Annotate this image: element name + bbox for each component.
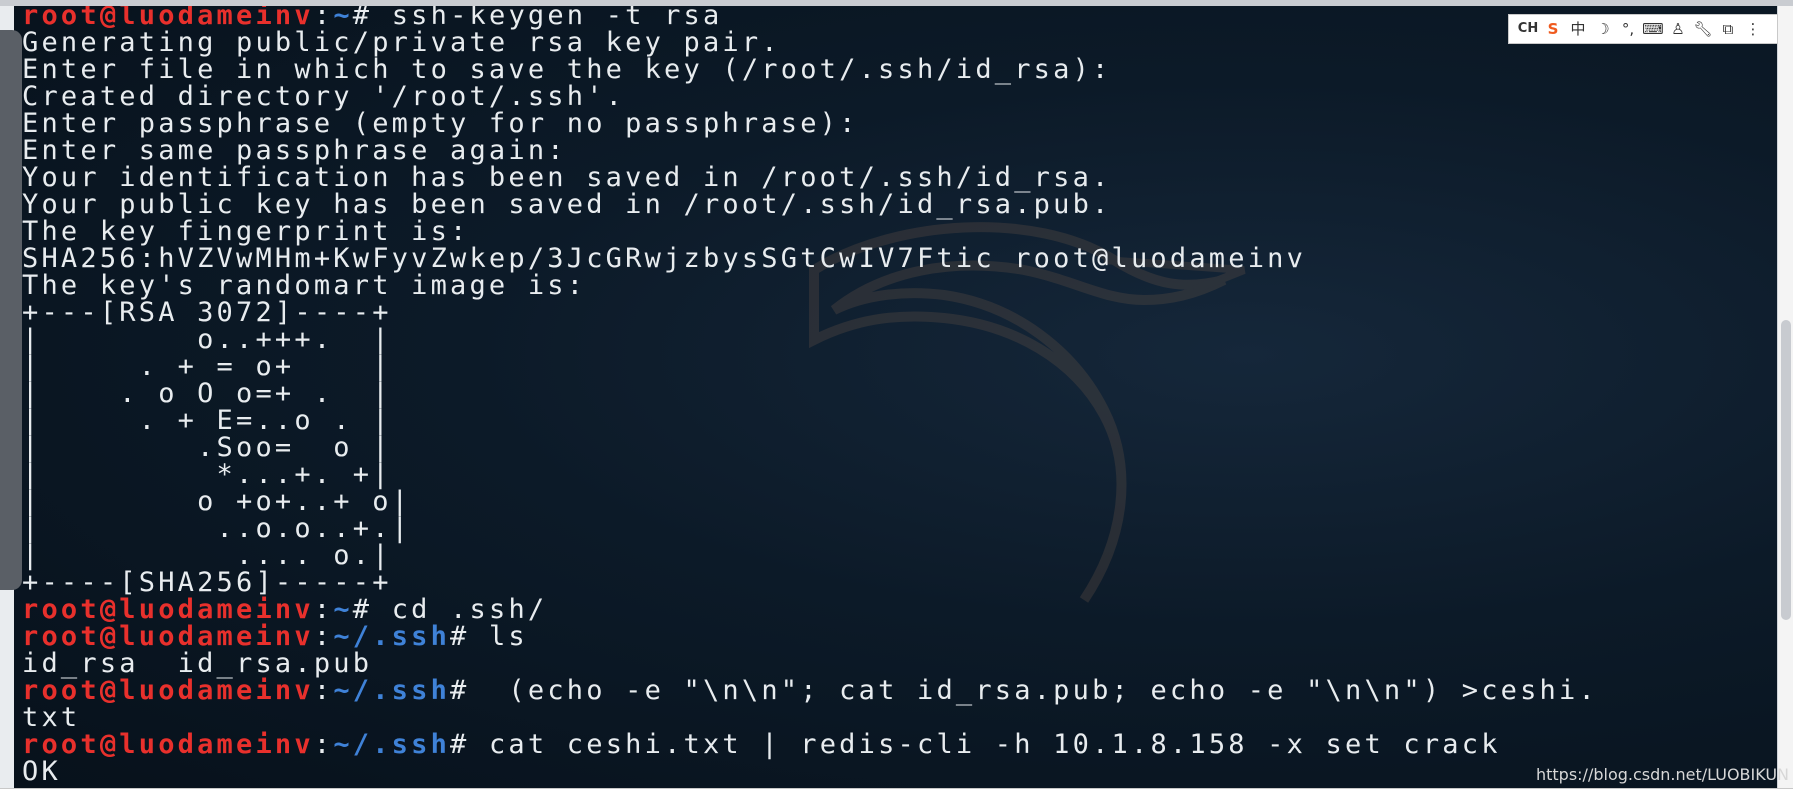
terminal-output-line: | . + E=..o . | [22, 407, 1598, 434]
terminal-scrollbar[interactable] [1777, 0, 1793, 788]
terminal-prompt-line: root@luodameinv:~/.ssh# ls [22, 623, 1598, 650]
command-text: cat ceshi.txt | redis-cli -h 10.1.8.158 … [469, 729, 1501, 760]
punctuation-icon[interactable]: °, [1617, 15, 1639, 43]
chinese-mode-icon[interactable]: 中 [1567, 15, 1589, 43]
user-icon[interactable]: ♙ [1667, 15, 1689, 43]
prompt-separator: : [313, 729, 334, 760]
prompt-hash: # [450, 675, 470, 706]
wrench-icon[interactable]: 🔧︎ [1692, 15, 1714, 43]
terminal-prompt-line: root@luodameinv:~# ssh-keygen -t rsa [22, 2, 1598, 29]
terminal-output-line: OK [22, 758, 1598, 785]
terminal-output-line: The key's randomart image is: [22, 272, 1598, 299]
terminal-output-line: Enter passphrase (empty for no passphras… [22, 110, 1598, 137]
command-text: (echo -e "\n\n"; cat id_rsa.pub; echo -e… [469, 675, 1598, 706]
terminal-prompt-line: root@luodameinv:~/.ssh# (echo -e "\n\n";… [22, 677, 1598, 704]
terminal-output-line: | .... o.| [22, 542, 1598, 569]
terminal-output-line: +----[SHA256]-----+ [22, 569, 1598, 596]
sogou-logo-icon[interactable]: S [1542, 15, 1564, 43]
terminal-output-line: | . o O o=+ . | [22, 380, 1598, 407]
language-toggle[interactable]: CH [1517, 15, 1539, 43]
moon-icon[interactable]: ☽ [1592, 15, 1614, 43]
prompt-hash: # [450, 729, 470, 760]
output-text: OK [22, 756, 61, 787]
terminal-output-line: Enter same passphrase again: [22, 137, 1598, 164]
menu-more-icon[interactable]: ⋮ [1742, 15, 1764, 43]
terminal-output-line: Your public key has been saved in /root/… [22, 191, 1598, 218]
terminal-output-line: | o +o+..+ o| [22, 488, 1598, 515]
keyboard-icon[interactable]: ⌨ [1642, 15, 1664, 43]
terminal-output-line: id_rsa id_rsa.pub [22, 650, 1598, 677]
terminal-output-line: txt [22, 704, 1598, 731]
terminal-prompt-line: root@luodameinv:~# cd .ssh/ [22, 596, 1598, 623]
terminal-output-line: | .Soo= o | [22, 434, 1598, 461]
terminal-output-line: Created directory '/root/.ssh'. [22, 83, 1598, 110]
scrollbar-thumb[interactable] [1781, 320, 1791, 620]
prompt-hash: # [450, 621, 470, 652]
side-panel-edge [0, 30, 22, 590]
terminal-output-line: Your identification has been saved in /r… [22, 164, 1598, 191]
terminal-output-line: | . + = o+ | [22, 353, 1598, 380]
prompt-separator: : [313, 675, 334, 706]
terminal-output-line: Enter file in which to save the key (/ro… [22, 56, 1598, 83]
ime-toolbar[interactable]: CH S 中 ☽ °, ⌨ ♙ 🔧︎ ⧉ ⋮ [1508, 14, 1778, 44]
terminal-output-line: The key fingerprint is: [22, 218, 1598, 245]
terminal-output-line: SHA256:hVZVwMHm+KwFyvZwkep/3JcGRwjzbysSG… [22, 245, 1598, 272]
terminal-output-line: +---[RSA 3072]----+ [22, 299, 1598, 326]
terminal-window[interactable]: root@luodameinv:~# ssh-keygen -t rsa Gene… [14, 0, 1777, 788]
prompt-path: ~/.ssh [333, 675, 451, 706]
prompt-path: ~/.ssh [333, 729, 451, 760]
terminal-output-line: | o..+++. | [22, 326, 1598, 353]
terminal-output-line: Generating public/private rsa key pair. [22, 29, 1598, 56]
blog-watermark: https://blog.csdn.net/LUOBIKUN [1535, 765, 1789, 784]
terminal-output-line: | ..o.o..+.| [22, 515, 1598, 542]
prompt-user: root@luodameinv [22, 729, 314, 760]
terminal-output-line: | *...+. +| [22, 461, 1598, 488]
share-icon[interactable]: ⧉ [1717, 15, 1739, 43]
window-top-edge [0, 0, 1793, 6]
command-text: ls [469, 621, 528, 652]
terminal-prompt-line: root@luodameinv:~/.ssh# cat ceshi.txt | … [22, 731, 1598, 758]
terminal-output: root@luodameinv:~# ssh-keygen -t rsa Gene… [22, 2, 1598, 785]
